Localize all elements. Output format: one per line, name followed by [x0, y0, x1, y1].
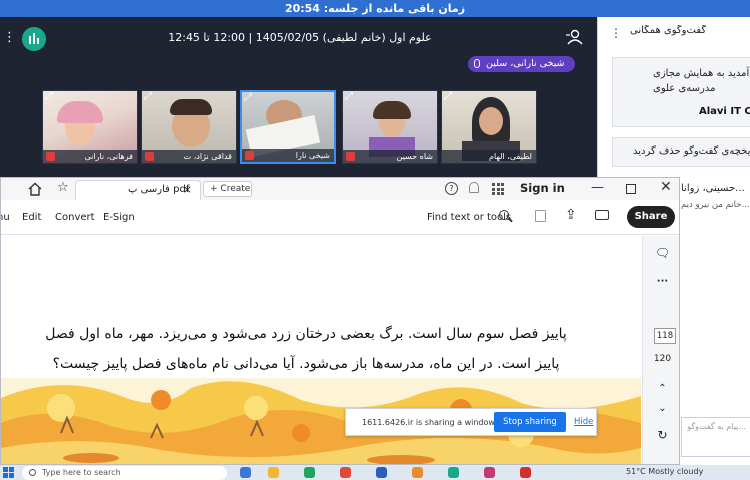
right-tools-rail: 🗨 ··· 118 120 ⌃ ⌄ ↻ [642, 236, 679, 464]
save-icon[interactable] [535, 210, 546, 222]
welcome-line: مدرسه‌ی علوی [653, 83, 716, 94]
menu-item[interactable]: nu [1, 212, 10, 223]
minimize-icon[interactable]: — [591, 180, 604, 195]
taskbar-app-icon[interactable] [448, 467, 459, 478]
participant-tile[interactable]: ⤢ لطیفی، الهام [441, 90, 537, 164]
app-logo-icon [22, 27, 46, 51]
close-tab-icon[interactable]: × [183, 183, 192, 196]
comment-icon[interactable]: 🗨 [643, 246, 679, 260]
document-tab-label: فارسی پ pdf [128, 184, 190, 195]
pdf-reader-window: ☆ فارسی پ pdf × + Create ? Sign in — ✕ n… [0, 177, 680, 465]
stop-sharing-button[interactable]: Stop sharing [494, 412, 566, 432]
star-icon[interactable]: ☆ [57, 180, 69, 195]
mic-icon [474, 59, 480, 68]
taskbar-app-icon[interactable] [484, 467, 495, 478]
participant-name: فرهانی، نارانی [43, 150, 137, 163]
menu-dots-icon[interactable]: ⋮ [3, 31, 16, 44]
participant-tile[interactable]: ⤢ فرهانی، نارانی [42, 90, 138, 164]
welcome-org: Alavi IT Co [699, 106, 750, 117]
taskbar-app-icon[interactable] [268, 467, 279, 478]
taskbar: Type here to search 51°C Mostly cloudy [0, 465, 750, 480]
help-icon[interactable]: ? [445, 182, 458, 195]
participant-tile[interactable]: ⤢ قداقی نژاد، ت [141, 90, 237, 164]
upload-icon[interactable]: ⇪ [565, 207, 577, 223]
muted-badge [46, 152, 55, 161]
refresh-icon[interactable]: ↻ [643, 428, 679, 442]
participant-name: قداقی نژاد، ت [142, 150, 236, 163]
chevron-up-icon[interactable]: ⌃ [643, 383, 679, 394]
menu-item-convert[interactable]: Convert [55, 212, 95, 223]
chat-input[interactable]: ...پیام به گفت‌وگو [681, 417, 750, 457]
more-tools-icon[interactable]: ··· [643, 276, 679, 287]
weather-widget[interactable]: 51°C Mostly cloudy [626, 467, 703, 476]
hide-link[interactable]: Hide [574, 417, 593, 427]
chevron-down-icon[interactable]: ⌄ [643, 403, 679, 414]
expand-icon[interactable]: ⤢ [244, 93, 252, 103]
close-window-icon[interactable]: ✕ [660, 179, 672, 195]
taskbar-app-icon[interactable] [412, 467, 423, 478]
taskbar-app-icon[interactable] [340, 467, 351, 478]
screen-share-banner: 1611.6426.ir is sharing a window. Stop s… [345, 408, 597, 436]
taskbar-app-icon[interactable] [520, 467, 531, 478]
reader-titlebar: ☆ فارسی پ pdf × + Create ? Sign in — ✕ [1, 178, 679, 200]
history-notice-text: تاریخچه‌ی گفت‌وگو حذف گردید [633, 146, 750, 157]
chat-sender: ...حسینی، زوانا [681, 183, 745, 194]
expand-icon[interactable]: ⤢ [444, 92, 452, 102]
chat-menu-icon[interactable]: ⋮ [610, 26, 622, 40]
muted-badge [245, 151, 254, 160]
muted-badge [145, 152, 154, 161]
expand-icon[interactable]: ⤢ [45, 92, 53, 102]
active-speaker-chip: شیخی نارانی، سلین [468, 56, 575, 72]
muted-badge [346, 152, 355, 161]
apps-icon[interactable] [492, 183, 504, 195]
story-text: پاییز فصل سوم سال است. برگ بعضی درختان ز… [45, 326, 567, 342]
participant-tile[interactable]: ⤢ شاه حسین [342, 90, 438, 164]
total-pages: 120 [653, 354, 672, 364]
expand-icon[interactable]: ⤢ [345, 92, 353, 102]
current-page-field[interactable]: 118 [654, 328, 676, 344]
participant-name: لطیفی، الهام [442, 150, 536, 163]
taskbar-app-icon[interactable] [304, 467, 315, 478]
search-placeholder: Type here to search [42, 468, 121, 477]
meeting-area: ⋮ علوم اول (خانم لطیفی) 1405/02/05 | 12:… [0, 17, 597, 180]
menu-item-esign[interactable]: E-Sign [103, 212, 135, 223]
history-notice: تاریخچه‌ی گفت‌وگو حذف گردید [612, 137, 750, 167]
meeting-title: علوم اول (خانم لطیفی) 1405/02/05 | 12:00… [168, 31, 432, 44]
chat-message: ...خانم من نیرو دیم [681, 200, 750, 210]
create-label: Create [220, 184, 251, 194]
windows-start-icon[interactable] [3, 467, 14, 478]
participant-name: شاه حسین [343, 150, 437, 163]
welcome-line: ...خوش‌آمدید به همایش مجازی [653, 68, 750, 79]
participant-tile-active[interactable]: ⤢ شیخی نارا [240, 90, 336, 164]
share-message: 1611.6426.ir is sharing a window. [362, 418, 497, 427]
document-tab[interactable]: فارسی پ pdf × [75, 180, 201, 200]
story-text: پاییز است. در این ماه، مدرسه‌ها باز می‌ش… [52, 356, 560, 372]
search-icon[interactable] [499, 210, 509, 220]
participant-name: شیخی نارا [242, 149, 334, 162]
active-speaker-name: شیخی نارانی، سلین [486, 58, 565, 69]
taskbar-search-input[interactable]: Type here to search [22, 466, 227, 480]
bell-icon[interactable] [469, 182, 479, 193]
share-button[interactable]: Share [627, 206, 675, 228]
welcome-card: ...خوش‌آمدید به همایش مجازی مدرسه‌ی علوی… [612, 57, 750, 127]
session-timer-bar: زمان باقی مانده از جلسه: 20:54 [0, 0, 750, 17]
sign-in-button[interactable]: Sign in [520, 181, 565, 195]
home-icon[interactable] [28, 182, 42, 196]
reader-toolbar: nu Edit Convert E-Sign Find text or tool… [1, 200, 679, 235]
maximize-icon[interactable] [626, 184, 636, 194]
print-icon[interactable] [595, 210, 609, 220]
search-icon [29, 469, 36, 476]
menu-item-edit[interactable]: Edit [22, 212, 41, 223]
create-button[interactable]: + Create [203, 181, 252, 197]
user-icon[interactable] [565, 29, 583, 45]
expand-icon[interactable]: ⤢ [144, 92, 152, 102]
taskbar-app-icon[interactable] [240, 467, 251, 478]
chat-title: گفت‌وگوی همگانی [630, 25, 707, 36]
taskbar-app-icon[interactable] [376, 467, 387, 478]
